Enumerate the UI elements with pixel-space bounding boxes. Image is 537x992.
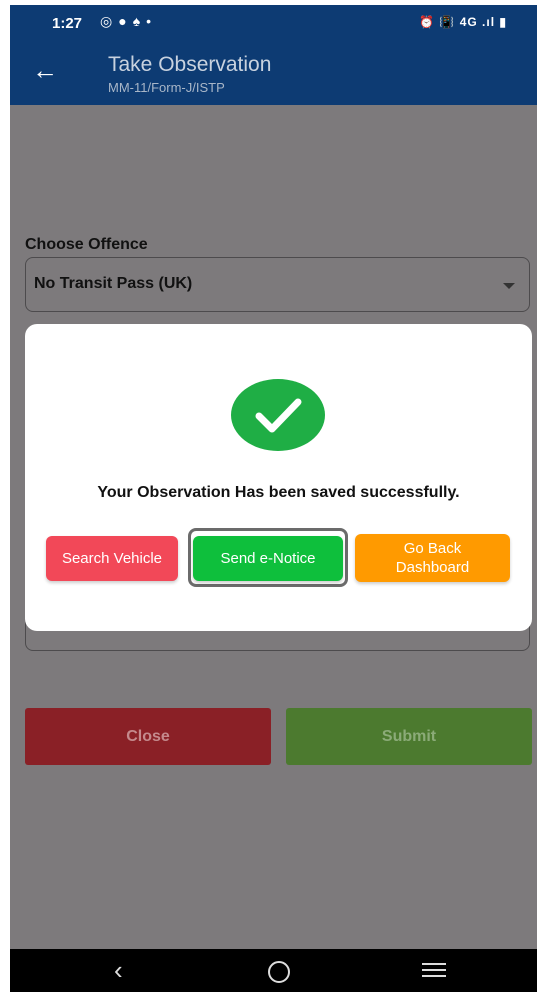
go-back-label-line2: Dashboard <box>395 559 470 576</box>
offence-label: Choose Offence <box>25 236 148 253</box>
dot-icon: • <box>146 13 158 29</box>
dropdown-caret-icon <box>503 283 515 289</box>
success-check-icon <box>231 379 325 451</box>
notification-icons: ◎●♠• <box>100 13 157 30</box>
snapchat-icon: ♠ <box>132 13 147 29</box>
phone-screen: 1:27 ◎●♠• ⏰ 📳 4G .ıl ▮ ← Take Observatio… <box>10 5 537 992</box>
submit-button[interactable]: Submit <box>286 708 532 765</box>
nav-home-icon[interactable] <box>268 961 290 983</box>
page-subtitle: MM-11/Form-J/ISTP <box>108 80 225 95</box>
go-back-dashboard-button[interactable]: Go Back Dashboard <box>355 534 510 582</box>
success-message: Your Observation Has been saved successf… <box>97 484 460 501</box>
nav-back-icon[interactable]: ‹ <box>114 957 123 983</box>
back-arrow-icon[interactable]: ← <box>32 57 58 83</box>
nav-menu-icon[interactable] <box>422 963 446 981</box>
go-back-label-line1: Go Back <box>403 540 462 557</box>
system-nav-bar: ‹ <box>10 949 537 992</box>
status-time: 1:27 <box>52 15 83 32</box>
system-status-icons: ⏰ 📳 4G .ıl ▮ <box>419 15 507 29</box>
success-dialog: Your Observation Has been saved successf… <box>25 324 532 631</box>
whatsapp-icon: ◎ <box>100 13 119 29</box>
search-vehicle-button[interactable]: Search Vehicle <box>46 536 178 581</box>
offence-selected-value: No Transit Pass (UK) <box>34 275 193 292</box>
app-header: 1:27 ◎●♠• ⏰ 📳 4G .ıl ▮ ← Take Observatio… <box>10 5 537 105</box>
offence-dropdown[interactable]: No Transit Pass (UK) <box>25 257 530 312</box>
send-enotice-button[interactable]: Send e-Notice <box>193 536 343 581</box>
close-button[interactable]: Close <box>25 708 271 765</box>
facebook-icon: ● <box>118 13 133 29</box>
page-title: Take Observation <box>108 53 272 76</box>
